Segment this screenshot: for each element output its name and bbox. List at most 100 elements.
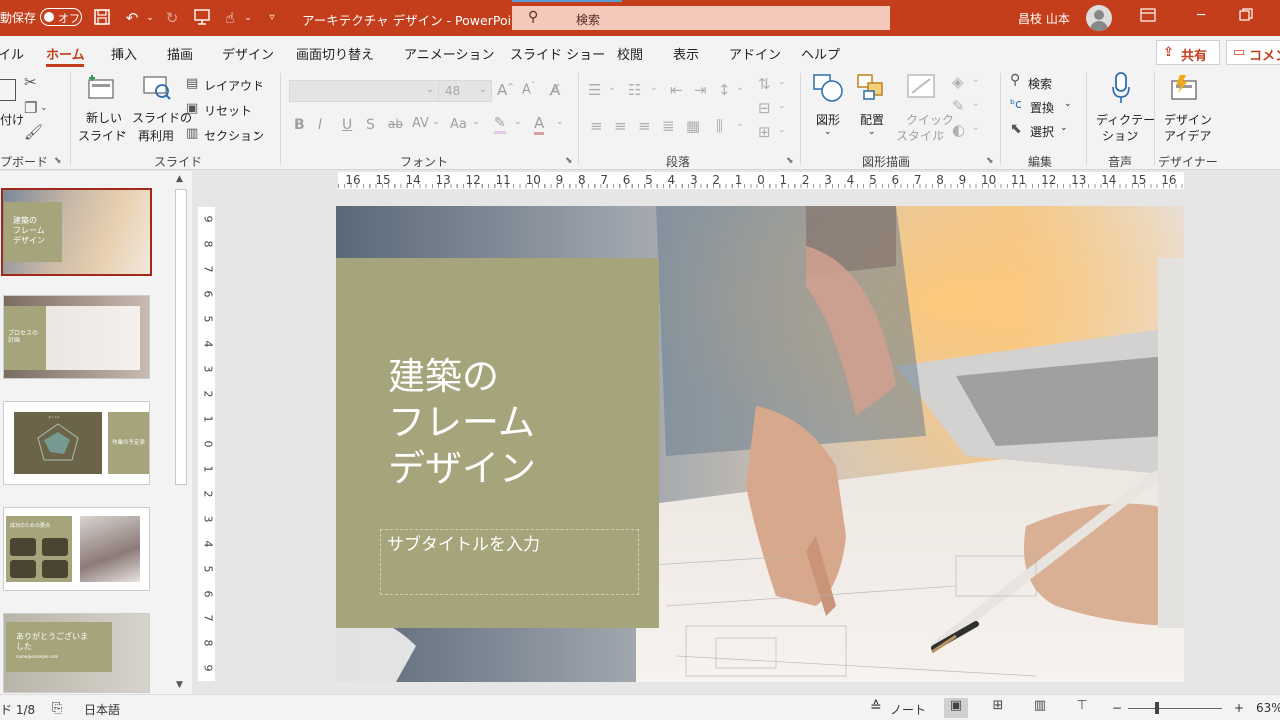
select-dropdown-icon[interactable]: ⌄ — [1060, 123, 1068, 133]
arrange-icon[interactable] — [856, 73, 888, 103]
layout-label[interactable]: レイアウト — [204, 77, 264, 94]
user-name[interactable]: 昌枝 山本 — [1018, 10, 1070, 27]
slide-thumbnail-2[interactable]: プロセスの 計画 — [3, 295, 150, 379]
replace-icon[interactable]: ᵇc — [1010, 97, 1022, 111]
shape-outline-dropdown-icon[interactable]: ⌄ — [972, 99, 980, 109]
copy-icon[interactable]: ❐ — [24, 99, 37, 117]
dictate-label-1[interactable]: ディクテー — [1096, 111, 1155, 128]
shapes-icon[interactable] — [812, 73, 846, 103]
subtitle-placeholder[interactable]: サブタイトルを入力 — [380, 529, 639, 595]
quick-styles-label-1[interactable]: クイック — [906, 111, 954, 128]
section-dropdown-icon[interactable]: ⌄ — [254, 127, 262, 137]
smartart-dropdown-icon[interactable]: ⌄ — [778, 125, 786, 135]
align-text-icon[interactable]: ⊟ — [758, 99, 771, 117]
ribbon-display-options-icon[interactable] — [1138, 8, 1158, 28]
quick-styles-dropdown-icon[interactable]: ⌄ — [938, 127, 946, 137]
tab-design[interactable]: デザイン — [222, 44, 274, 63]
slideshow-view-icon[interactable]: ⊤ — [1070, 698, 1094, 718]
slide-thumbnail-3[interactable]: 作業の予定表 タイトル — [3, 401, 150, 485]
reuse-slides-label-2[interactable]: 再利用 — [138, 127, 174, 144]
bullets-icon[interactable]: ☰ — [588, 81, 601, 99]
align-center-icon[interactable]: ≡ — [614, 117, 627, 135]
avatar[interactable] — [1086, 5, 1112, 31]
copy-dropdown-icon[interactable]: ⌄ — [40, 103, 48, 113]
tab-review[interactable]: 校閲 — [617, 44, 643, 63]
paste-icon[interactable] — [0, 79, 16, 101]
new-slide-label-2[interactable]: スライド — [78, 127, 126, 144]
text-direction-dropdown-icon[interactable]: ⌄ — [778, 77, 786, 87]
layout-dropdown-icon[interactable]: ⌄ — [256, 77, 264, 87]
reset-icon[interactable]: ▣ — [186, 101, 198, 116]
reuse-slides-icon[interactable] — [142, 75, 172, 101]
align-text-dropdown-icon[interactable]: ⌄ — [778, 101, 786, 111]
tab-addins[interactable]: アドイン — [729, 44, 781, 63]
font-size-combo[interactable]: 48 ⌄ — [438, 80, 492, 102]
character-spacing-icon[interactable]: AV — [412, 116, 429, 131]
shape-fill-dropdown-icon[interactable]: ⌄ — [972, 75, 980, 85]
spellcheck-icon[interactable]: ⎘ — [52, 701, 62, 716]
slide-thumbnail-4[interactable]: 成功のための要点 — [3, 507, 150, 591]
share-button[interactable]: ⇪ 共有 — [1156, 40, 1220, 65]
increase-indent-icon[interactable]: ⇥ — [694, 81, 707, 99]
justify-icon[interactable]: ≣ — [662, 117, 675, 135]
paste-label[interactable]: 付け — [0, 111, 24, 128]
section-icon[interactable]: ▥ — [186, 126, 198, 141]
restore-icon[interactable] — [1236, 8, 1256, 28]
shape-effects-icon[interactable]: ◐ — [952, 121, 965, 139]
replace-dropdown-icon[interactable]: ⌄ — [1064, 99, 1072, 109]
touch-dropdown-icon[interactable]: ⌄ — [238, 8, 258, 28]
font-name-dropdown-icon[interactable]: ⌄ — [426, 84, 434, 95]
strikethrough-icon[interactable]: ab — [388, 117, 403, 131]
tab-insert[interactable]: 挿入 — [111, 44, 137, 63]
drawing-launcher-icon[interactable]: ⬊ — [986, 156, 994, 166]
highlight-icon[interactable]: ✎ — [494, 115, 506, 134]
decrease-indent-icon[interactable]: ⇤ — [670, 81, 683, 99]
cut-icon[interactable]: ✂ — [24, 73, 37, 91]
change-case-dropdown-icon[interactable]: ⌄ — [472, 117, 480, 127]
zoom-in-button[interactable]: + — [1234, 701, 1244, 715]
thumbnail-scrollbar[interactable]: ▲ ▼ — [172, 171, 190, 694]
highlight-dropdown-icon[interactable]: ⌄ — [514, 117, 522, 127]
align-right-icon[interactable]: ≡ — [638, 117, 651, 135]
decrease-font-size-icon[interactable]: Aˇ — [522, 81, 535, 97]
zoom-slider[interactable] — [1128, 708, 1222, 709]
columns-dropdown-icon[interactable]: ⌄ — [736, 119, 744, 129]
font-size-dropdown-icon[interactable]: ⌄ — [479, 84, 487, 95]
font-color-icon[interactable]: A — [534, 114, 545, 135]
quick-styles-label-2[interactable]: スタイル — [896, 127, 944, 144]
scrollbar-thumb[interactable] — [175, 189, 187, 485]
replace-label[interactable]: 置換 — [1030, 99, 1054, 116]
microphone-icon[interactable] — [1110, 71, 1132, 105]
scroll-up-icon[interactable]: ▲ — [176, 174, 183, 184]
reading-view-icon[interactable]: ▥ — [1028, 698, 1052, 718]
paragraph-launcher-icon[interactable]: ⬊ — [786, 156, 794, 166]
redo-icon[interactable]: ↻ — [162, 8, 182, 28]
start-presentation-icon[interactable] — [192, 8, 212, 28]
zoom-out-button[interactable]: − — [1112, 701, 1122, 715]
clear-formatting-icon[interactable]: A̸ — [550, 81, 560, 99]
shapes-dropdown-icon[interactable]: ⌄ — [824, 127, 832, 137]
tab-draw[interactable]: 描画 — [167, 44, 193, 63]
language-indicator[interactable]: 日本語 — [84, 701, 120, 718]
undo-icon[interactable]: ↶ — [122, 8, 142, 28]
customize-qat-icon[interactable]: ▿ — [262, 8, 282, 28]
normal-view-icon[interactable]: ▣ — [944, 698, 968, 718]
increase-font-size-icon[interactable]: A^ — [497, 81, 514, 99]
arrange-label[interactable]: 配置 — [860, 111, 884, 128]
new-slide-icon[interactable] — [86, 75, 116, 101]
autosave-toggle[interactable]: オフ — [40, 8, 82, 26]
tab-slideshow[interactable]: スライド ショー — [510, 44, 605, 63]
new-slide-dropdown-icon[interactable]: ⌄ — [120, 127, 128, 137]
notes-button[interactable]: ノート — [890, 701, 926, 718]
tab-help[interactable]: ヘルプ — [801, 44, 840, 63]
slide-thumbnail-1[interactable]: 建築の フレーム デザイン — [1, 188, 152, 276]
new-slide-label-1[interactable]: 新しい — [86, 109, 122, 126]
font-color-dropdown-icon[interactable]: ⌄ — [556, 117, 564, 127]
save-icon[interactable] — [92, 8, 112, 28]
select-icon[interactable]: ⬉ — [1010, 121, 1022, 137]
minimize-icon[interactable]: ─ — [1191, 8, 1211, 28]
shapes-label[interactable]: 図形 — [816, 111, 840, 128]
design-ideas-label-1[interactable]: デザイン — [1164, 111, 1212, 128]
find-label[interactable]: 検索 — [1028, 75, 1052, 92]
character-spacing-dropdown-icon[interactable]: ⌄ — [432, 117, 440, 127]
